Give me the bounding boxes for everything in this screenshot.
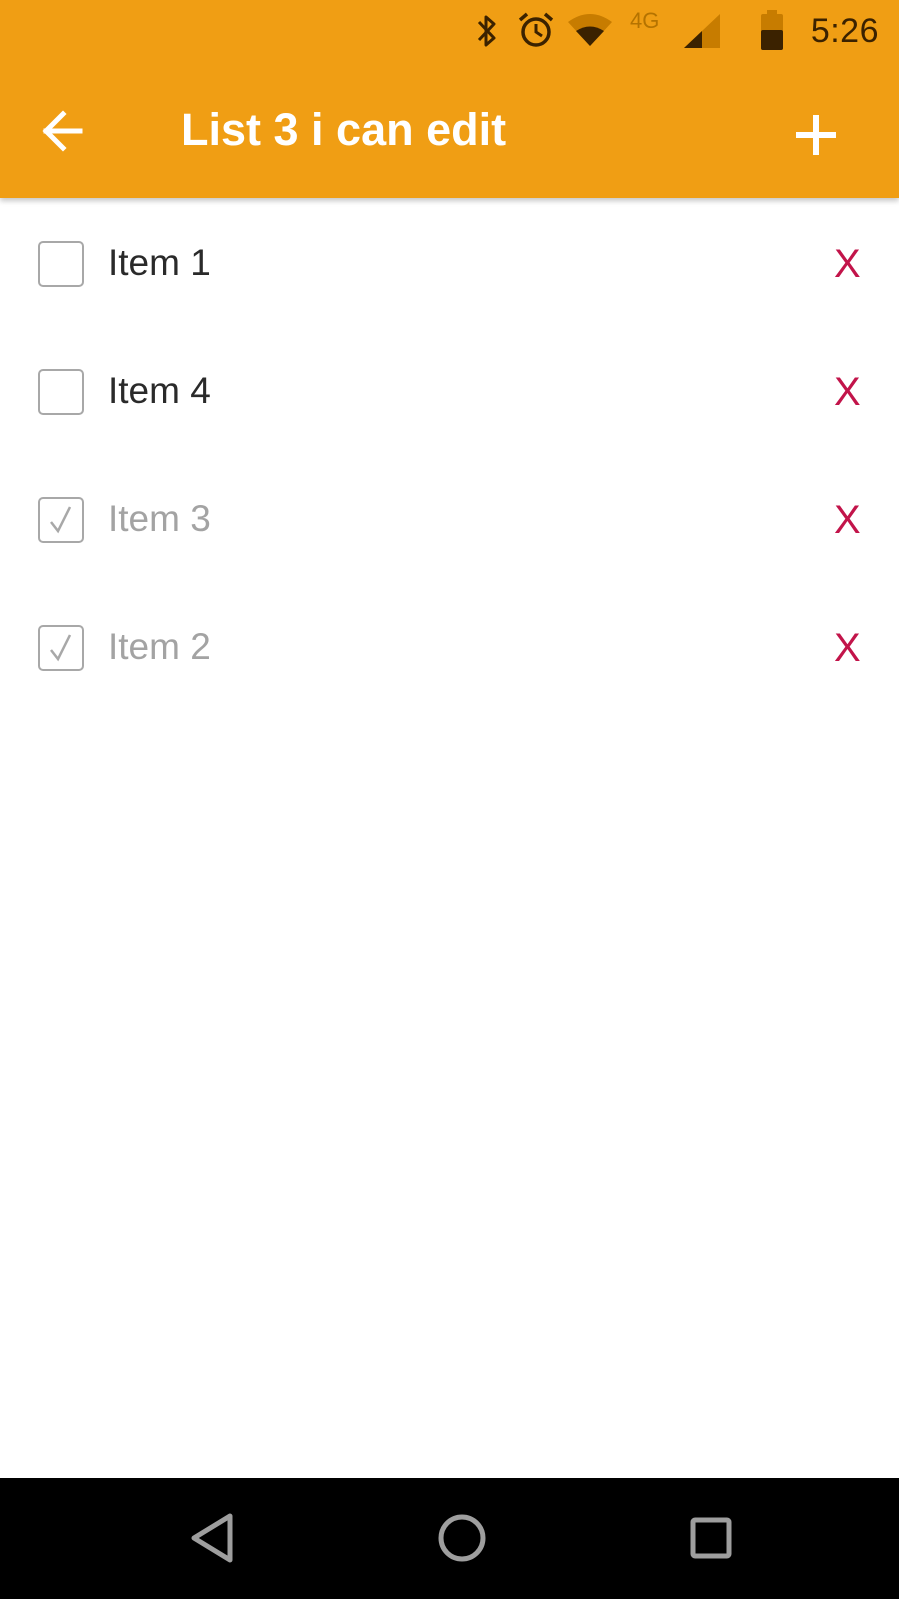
plus-icon bbox=[796, 115, 836, 155]
back-triangle-icon bbox=[191, 1513, 233, 1563]
clock: 5:26 bbox=[810, 12, 879, 50]
recents-square-icon bbox=[690, 1517, 732, 1559]
back-button[interactable] bbox=[30, 100, 100, 170]
checkmark-icon bbox=[50, 634, 72, 662]
add-item-button[interactable] bbox=[781, 100, 851, 170]
app-bar: 4G 5:26 List 3 i can edit bbox=[0, 0, 899, 198]
item-checkbox[interactable] bbox=[38, 625, 84, 671]
page-title: List 3 i can edit bbox=[181, 104, 507, 155]
list-item: Item 1 X bbox=[0, 198, 899, 326]
item-checkbox[interactable] bbox=[38, 497, 84, 543]
item-label: Item 1 bbox=[108, 242, 211, 283]
list-item: Item 2 X bbox=[0, 582, 899, 710]
list-item: Item 3 X bbox=[0, 454, 899, 582]
delete-item-button[interactable]: X bbox=[834, 498, 874, 543]
checkmark-icon bbox=[50, 506, 72, 534]
cell-signal-icon bbox=[684, 14, 720, 48]
alarm-icon bbox=[518, 12, 554, 47]
arrow-left-icon bbox=[42, 110, 83, 152]
nav-home-button[interactable] bbox=[430, 1506, 494, 1570]
delete-item-button[interactable]: X bbox=[834, 370, 874, 415]
delete-item-button[interactable]: X bbox=[834, 626, 874, 671]
home-circle-icon bbox=[438, 1514, 486, 1562]
system-nav-bar bbox=[0, 1478, 899, 1599]
item-checkbox[interactable] bbox=[38, 241, 84, 287]
item-label: Item 2 bbox=[108, 626, 211, 667]
delete-item-button[interactable]: X bbox=[834, 242, 874, 287]
nav-back-button[interactable] bbox=[182, 1506, 246, 1570]
wifi-icon bbox=[568, 14, 612, 46]
status-bar: 4G 5:26 bbox=[0, 0, 899, 62]
item-label: Item 4 bbox=[108, 370, 211, 411]
battery-icon bbox=[761, 10, 783, 50]
item-label: Item 3 bbox=[108, 498, 211, 539]
network-type-label: 4G bbox=[630, 8, 660, 33]
bluetooth-icon bbox=[477, 15, 496, 47]
list-item: Item 4 X bbox=[0, 326, 899, 454]
item-checkbox[interactable] bbox=[38, 369, 84, 415]
nav-recents-button[interactable] bbox=[679, 1506, 743, 1570]
